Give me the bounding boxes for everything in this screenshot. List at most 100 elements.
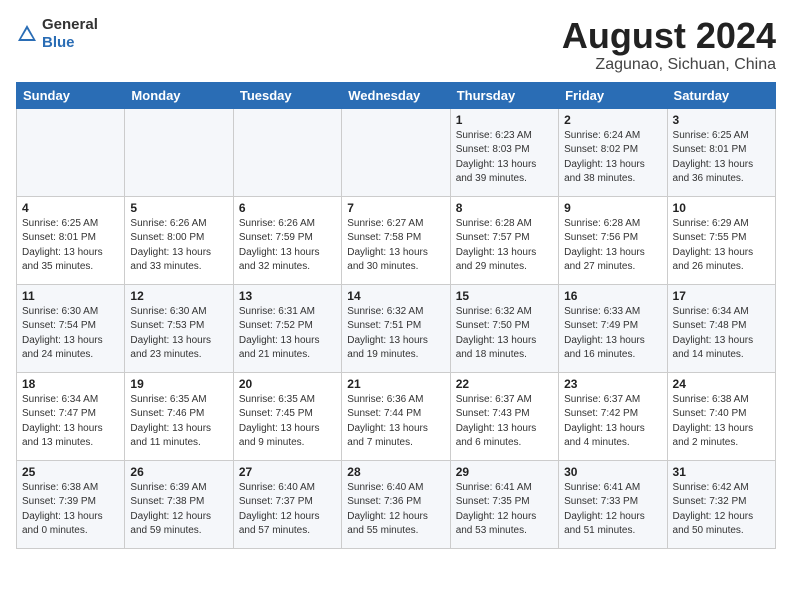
logo: General Blue (16, 16, 98, 52)
day-number: 2 (564, 113, 661, 127)
calendar-day-cell: 27 Sunrise: 6:40 AM Sunset: 7:37 PM Dayli… (233, 460, 341, 548)
calendar-day-cell: 29Sunrise: 6:41 AM Sunset: 7:35 PM Dayli… (450, 460, 558, 548)
day-info: Sunrise: 6:25 AM Sunset: 8:01 PM Dayligh… (22, 217, 119, 275)
day-number: 1 (456, 113, 553, 127)
logo-general-text: General (42, 16, 98, 33)
calendar-day-cell: 8 Sunrise: 6:28 AM Sunset: 7:57 PM Daylig… (450, 196, 558, 284)
calendar-day-cell: 10 Sunrise: 6:29 AM Sunset: 7:55 PM Dayli… (667, 196, 775, 284)
day-info: Sunrise: 6:34 AM Sunset: 7:47 PM Dayligh… (22, 393, 119, 451)
day-number: 22 (456, 377, 553, 391)
day-info: Sunrise: 6:40 AM Sunset: 7:36 PM Dayligh… (347, 481, 444, 539)
day-number: 28 (347, 465, 444, 479)
day-number: 12 (130, 289, 227, 303)
calendar-day-cell (125, 108, 233, 196)
day-info: Sunrise: 6:42 AM Sunset: 7:32 PM Dayligh… (673, 481, 770, 539)
calendar-day-cell: 3 Sunrise: 6:25 AM Sunset: 8:01 PM Daylig… (667, 108, 775, 196)
location: Zagunao, Sichuan, China (562, 56, 776, 74)
day-number: 24 (673, 377, 770, 391)
day-number: 13 (239, 289, 336, 303)
day-info: Sunrise: 6:38 AM Sunset: 7:39 PM Dayligh… (22, 481, 119, 539)
day-info: Sunrise: 6:27 AM Sunset: 7:58 PM Dayligh… (347, 217, 444, 275)
calendar-day-cell: 11Sunrise: 6:30 AM Sunset: 7:54 PM Dayli… (17, 284, 125, 372)
calendar-day-cell: 6 Sunrise: 6:26 AM Sunset: 7:59 PM Daylig… (233, 196, 341, 284)
day-info: Sunrise: 6:29 AM Sunset: 7:55 PM Dayligh… (673, 217, 770, 275)
calendar-table: SundayMondayTuesdayWednesdayThursdayFrid… (16, 82, 776, 549)
day-info: Sunrise: 6:26 AM Sunset: 8:00 PM Dayligh… (130, 217, 227, 275)
day-info: Sunrise: 6:25 AM Sunset: 8:01 PM Dayligh… (673, 129, 770, 187)
weekday-wednesday: Wednesday (342, 82, 450, 108)
calendar-day-cell: 20 Sunrise: 6:35 AM Sunset: 7:45 PM Dayli… (233, 372, 341, 460)
day-number: 29 (456, 465, 553, 479)
day-info: Sunrise: 6:35 AM Sunset: 7:46 PM Dayligh… (130, 393, 227, 451)
weekday-tuesday: Tuesday (233, 82, 341, 108)
calendar-day-cell: 17 Sunrise: 6:34 AM Sunset: 7:48 PM Dayli… (667, 284, 775, 372)
weekday-row: SundayMondayTuesdayWednesdayThursdayFrid… (17, 82, 776, 108)
calendar-day-cell: 13 Sunrise: 6:31 AM Sunset: 7:52 PM Dayli… (233, 284, 341, 372)
day-info: Sunrise: 6:41 AM Sunset: 7:33 PM Dayligh… (564, 481, 661, 539)
weekday-thursday: Thursday (450, 82, 558, 108)
calendar-week-row: 25 Sunrise: 6:38 AM Sunset: 7:39 PM Dayli… (17, 460, 776, 548)
day-info: Sunrise: 6:32 AM Sunset: 7:50 PM Dayligh… (456, 305, 553, 363)
calendar-day-cell: 9 Sunrise: 6:28 AM Sunset: 7:56 PM Daylig… (559, 196, 667, 284)
day-number: 8 (456, 201, 553, 215)
calendar-day-cell: 4 Sunrise: 6:25 AM Sunset: 8:01 PM Daylig… (17, 196, 125, 284)
day-number: 26 (130, 465, 227, 479)
calendar-day-cell: 30 Sunrise: 6:41 AM Sunset: 7:33 PM Dayli… (559, 460, 667, 548)
day-info: Sunrise: 6:30 AM Sunset: 7:53 PM Dayligh… (130, 305, 227, 363)
logo-blue-text: Blue (42, 34, 75, 51)
weekday-saturday: Saturday (667, 82, 775, 108)
month-title: August 2024 (562, 16, 776, 56)
weekday-sunday: Sunday (17, 82, 125, 108)
day-info: Sunrise: 6:34 AM Sunset: 7:48 PM Dayligh… (673, 305, 770, 363)
calendar-day-cell: 23Sunrise: 6:37 AM Sunset: 7:42 PM Dayli… (559, 372, 667, 460)
day-info: Sunrise: 6:28 AM Sunset: 7:56 PM Dayligh… (564, 217, 661, 275)
day-info: Sunrise: 6:31 AM Sunset: 7:52 PM Dayligh… (239, 305, 336, 363)
day-info: Sunrise: 6:35 AM Sunset: 7:45 PM Dayligh… (239, 393, 336, 451)
calendar-day-cell: 19 Sunrise: 6:35 AM Sunset: 7:46 PM Dayli… (125, 372, 233, 460)
day-info: Sunrise: 6:28 AM Sunset: 7:57 PM Dayligh… (456, 217, 553, 275)
calendar-day-cell: 28 Sunrise: 6:40 AM Sunset: 7:36 PM Dayli… (342, 460, 450, 548)
calendar-week-row: 1Sunrise: 6:23 AM Sunset: 8:03 PM Daylig… (17, 108, 776, 196)
calendar-day-cell: 7 Sunrise: 6:27 AM Sunset: 7:58 PM Daylig… (342, 196, 450, 284)
day-number: 30 (564, 465, 661, 479)
day-info: Sunrise: 6:39 AM Sunset: 7:38 PM Dayligh… (130, 481, 227, 539)
day-number: 4 (22, 201, 119, 215)
day-number: 9 (564, 201, 661, 215)
day-number: 31 (673, 465, 770, 479)
day-info: Sunrise: 6:30 AM Sunset: 7:54 PM Dayligh… (22, 305, 119, 363)
calendar-day-cell: 2Sunrise: 6:24 AM Sunset: 8:02 PM Daylig… (559, 108, 667, 196)
calendar-day-cell: 5 Sunrise: 6:26 AM Sunset: 8:00 PM Daylig… (125, 196, 233, 284)
calendar-day-cell: 25 Sunrise: 6:38 AM Sunset: 7:39 PM Dayli… (17, 460, 125, 548)
day-info: Sunrise: 6:38 AM Sunset: 7:40 PM Dayligh… (673, 393, 770, 451)
day-info: Sunrise: 6:33 AM Sunset: 7:49 PM Dayligh… (564, 305, 661, 363)
calendar-day-cell: 14 Sunrise: 6:32 AM Sunset: 7:51 PM Dayli… (342, 284, 450, 372)
calendar-day-cell: 16 Sunrise: 6:33 AM Sunset: 7:49 PM Dayli… (559, 284, 667, 372)
calendar-day-cell: 18Sunrise: 6:34 AM Sunset: 7:47 PM Dayli… (17, 372, 125, 460)
day-info: Sunrise: 6:32 AM Sunset: 7:51 PM Dayligh… (347, 305, 444, 363)
day-number: 3 (673, 113, 770, 127)
calendar-day-cell: 15Sunrise: 6:32 AM Sunset: 7:50 PM Dayli… (450, 284, 558, 372)
day-number: 16 (564, 289, 661, 303)
logo-icon (16, 23, 38, 45)
day-number: 10 (673, 201, 770, 215)
day-info: Sunrise: 6:40 AM Sunset: 7:37 PM Dayligh… (239, 481, 336, 539)
day-number: 6 (239, 201, 336, 215)
calendar-week-row: 4 Sunrise: 6:25 AM Sunset: 8:01 PM Daylig… (17, 196, 776, 284)
day-number: 7 (347, 201, 444, 215)
day-number: 21 (347, 377, 444, 391)
day-info: Sunrise: 6:26 AM Sunset: 7:59 PM Dayligh… (239, 217, 336, 275)
day-number: 19 (130, 377, 227, 391)
day-number: 23 (564, 377, 661, 391)
calendar-week-row: 18Sunrise: 6:34 AM Sunset: 7:47 PM Dayli… (17, 372, 776, 460)
calendar-day-cell: 1Sunrise: 6:23 AM Sunset: 8:03 PM Daylig… (450, 108, 558, 196)
day-number: 5 (130, 201, 227, 215)
day-number: 20 (239, 377, 336, 391)
day-number: 17 (673, 289, 770, 303)
day-number: 25 (22, 465, 119, 479)
day-info: Sunrise: 6:36 AM Sunset: 7:44 PM Dayligh… (347, 393, 444, 451)
calendar-day-cell: 31 Sunrise: 6:42 AM Sunset: 7:32 PM Dayli… (667, 460, 775, 548)
calendar-day-cell (17, 108, 125, 196)
day-number: 27 (239, 465, 336, 479)
day-number: 14 (347, 289, 444, 303)
calendar-body: 1Sunrise: 6:23 AM Sunset: 8:03 PM Daylig… (17, 108, 776, 548)
